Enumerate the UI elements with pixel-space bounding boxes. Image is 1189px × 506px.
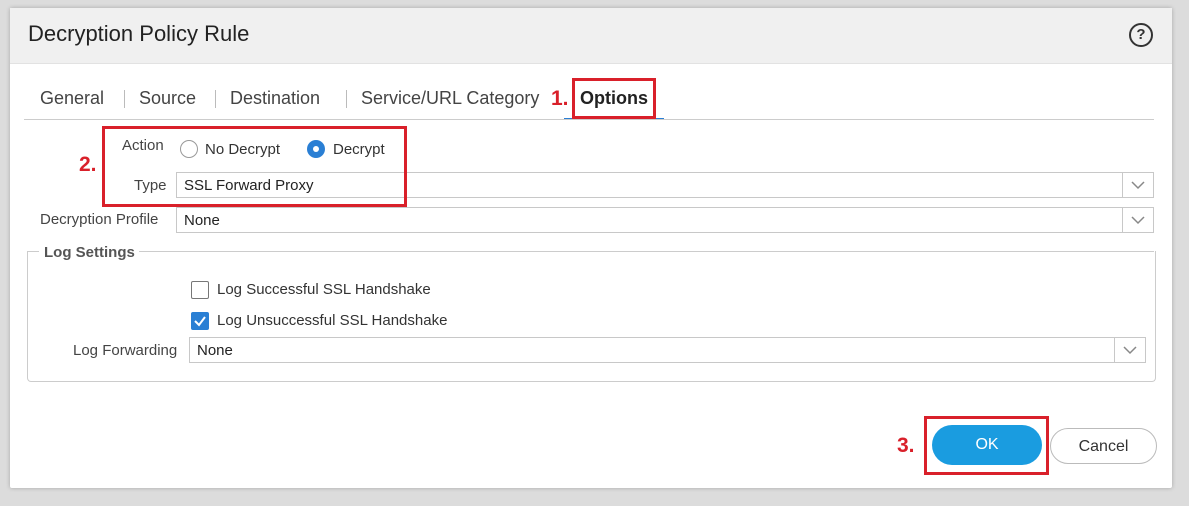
decryption-profile-value: None bbox=[184, 212, 220, 229]
chevron-down-icon[interactable] bbox=[1114, 338, 1145, 362]
log-unsuccessful-ssl-handshake-label[interactable]: Log Unsuccessful SSL Handshake bbox=[217, 312, 447, 329]
annotation-box-action-type bbox=[102, 126, 407, 207]
log-successful-ssl-handshake-label[interactable]: Log Successful SSL Handshake bbox=[217, 281, 431, 298]
log-forwarding-select[interactable]: None bbox=[189, 337, 1146, 363]
checkmark-icon bbox=[194, 316, 206, 327]
tab-separator bbox=[215, 90, 216, 108]
dialog-title: Decryption Policy Rule bbox=[28, 21, 250, 46]
log-unsuccessful-ssl-handshake-checkbox[interactable] bbox=[191, 312, 209, 330]
annotation-step-2: 2. bbox=[79, 153, 97, 176]
tab-destination[interactable]: Destination bbox=[230, 88, 320, 109]
tab-service-url-category[interactable]: Service/URL Category bbox=[361, 88, 539, 109]
log-settings-border bbox=[27, 251, 1154, 252]
log-successful-ssl-handshake-checkbox[interactable] bbox=[191, 281, 209, 299]
chevron-down-icon[interactable] bbox=[1122, 208, 1153, 232]
tab-source[interactable]: Source bbox=[139, 88, 196, 109]
decryption-policy-rule-dialog: Decryption Policy Rule ? General Source … bbox=[10, 8, 1172, 488]
annotation-box-options-tab bbox=[572, 78, 656, 119]
tab-separator bbox=[124, 90, 125, 108]
dialog-header: Decryption Policy Rule ? bbox=[10, 8, 1172, 64]
annotation-step-3: 3. bbox=[897, 434, 915, 457]
tab-divider bbox=[24, 119, 1154, 120]
decryption-profile-select[interactable]: None bbox=[176, 207, 1154, 233]
log-settings-legend: Log Settings bbox=[44, 244, 135, 261]
cancel-button[interactable]: Cancel bbox=[1050, 428, 1157, 464]
annotation-box-ok-button bbox=[924, 416, 1049, 475]
log-forwarding-label: Log Forwarding bbox=[73, 342, 178, 359]
tab-separator bbox=[346, 90, 347, 108]
decryption-profile-label: Decryption Profile bbox=[40, 211, 159, 228]
log-forwarding-value: None bbox=[197, 342, 233, 359]
annotation-step-1: 1. bbox=[551, 87, 569, 110]
tab-general[interactable]: General bbox=[40, 88, 104, 109]
chevron-down-icon[interactable] bbox=[1122, 173, 1153, 197]
question-circle-icon[interactable]: ? bbox=[1129, 23, 1153, 47]
